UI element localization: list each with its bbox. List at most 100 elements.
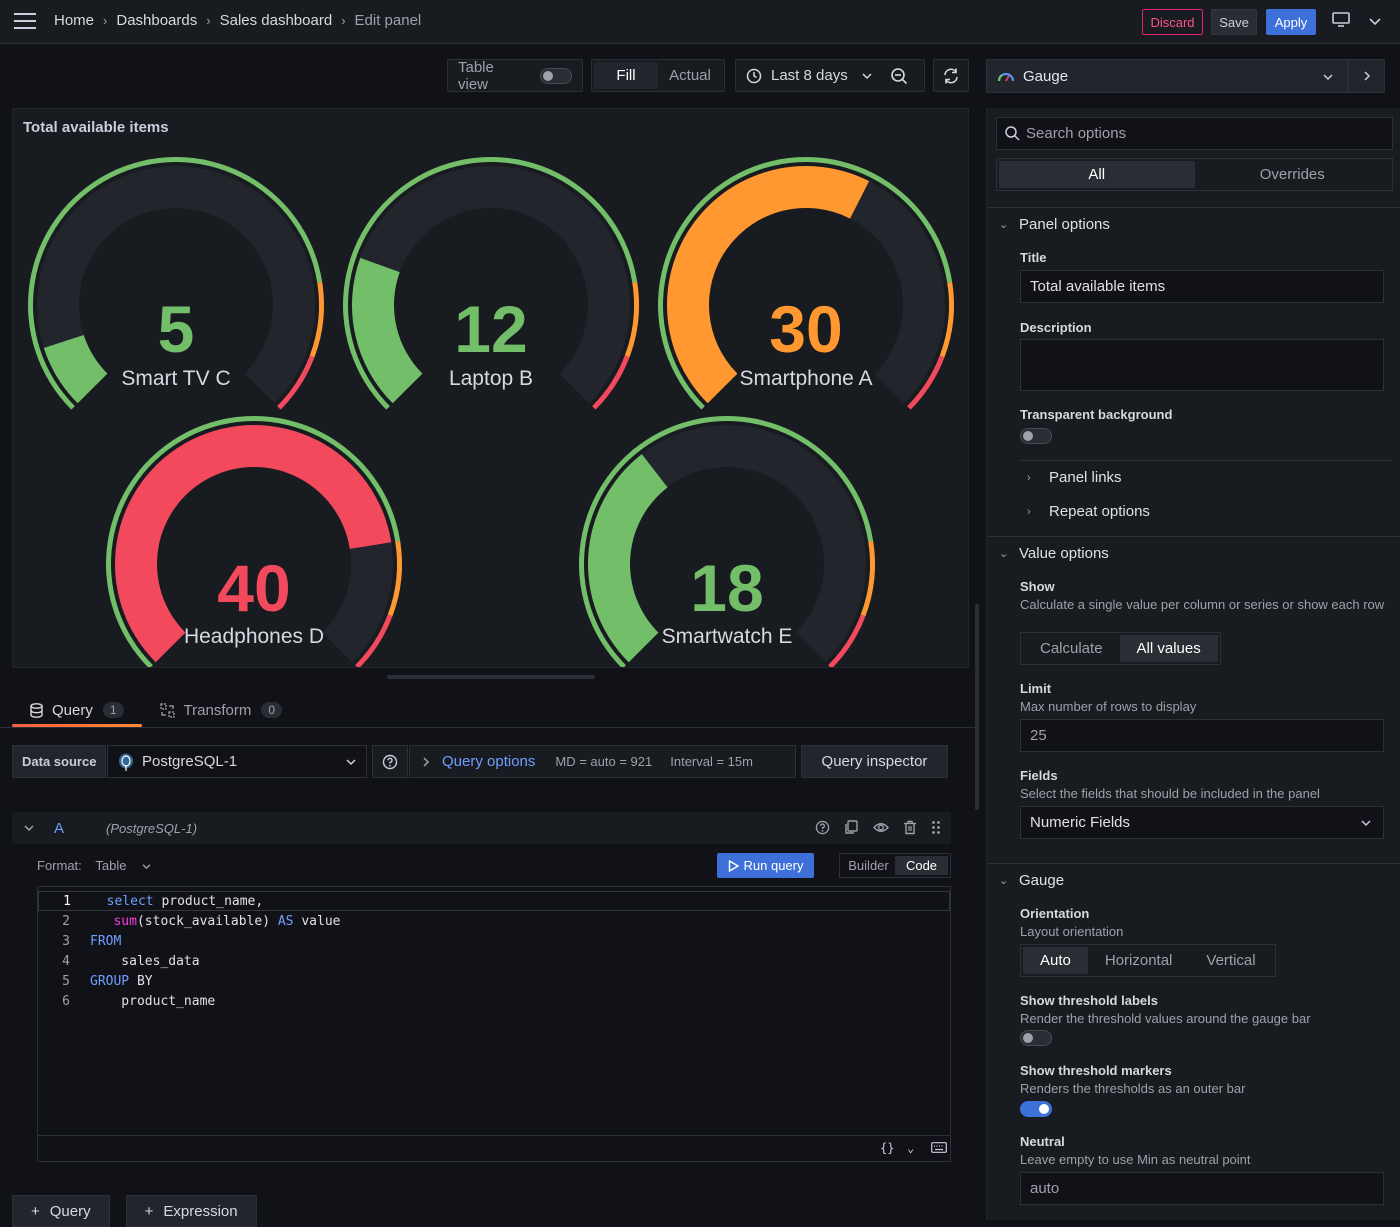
- plus-icon: +: [31, 1202, 40, 1220]
- refresh-button[interactable]: [933, 59, 969, 92]
- datasource-select[interactable]: PostgreSQL-1: [107, 745, 367, 778]
- tab-all[interactable]: All: [999, 161, 1195, 188]
- table-view-switch[interactable]: [540, 67, 572, 84]
- query-actions: [815, 820, 941, 835]
- refresh-icon: [942, 67, 960, 85]
- save-button[interactable]: Save: [1211, 9, 1257, 35]
- actual-option[interactable]: Actual: [658, 62, 722, 89]
- calculate-option[interactable]: Calculate: [1023, 635, 1120, 662]
- code-option[interactable]: Code: [895, 856, 948, 875]
- section-value-options-label: Value options: [1019, 545, 1109, 562]
- chevron-down-icon[interactable]: ⌄: [907, 1141, 914, 1155]
- chevron-right-icon: ›: [1027, 505, 1031, 518]
- code-line-text: select product_name,: [106, 893, 264, 909]
- time-range-picker[interactable]: Last 8 days: [735, 59, 925, 92]
- limit-description: Max number of rows to display: [1020, 699, 1197, 714]
- visualization-picker[interactable]: Gauge: [986, 59, 1348, 93]
- orientation-description: Layout orientation: [1020, 924, 1124, 939]
- transparent-background-toggle[interactable]: [1020, 428, 1052, 444]
- visualization-value: Gauge: [1023, 67, 1069, 85]
- panel-links-section[interactable]: › Panel links: [1027, 469, 1122, 486]
- threshold-markers-description: Renders the thresholds as an outer bar: [1020, 1081, 1246, 1096]
- threshold-labels-toggle[interactable]: [1020, 1030, 1052, 1046]
- collapse-options-button[interactable]: [1348, 59, 1385, 93]
- datasource-row: Data source PostgreSQL-1 Query options M…: [12, 745, 948, 778]
- run-query-label: Run query: [743, 858, 804, 873]
- datasource-help-button[interactable]: [372, 745, 408, 778]
- orientation-auto-option[interactable]: Auto: [1023, 947, 1088, 974]
- code-line-text: FROM: [90, 933, 122, 949]
- breadcrumb-dashboards[interactable]: Dashboards: [116, 12, 197, 29]
- tab-transform[interactable]: Transform 0: [142, 694, 300, 726]
- chevron-down-icon: [142, 858, 151, 873]
- fields-select[interactable]: Numeric Fields: [1020, 806, 1384, 839]
- divider: [1020, 460, 1392, 461]
- query-letter[interactable]: A: [54, 820, 64, 837]
- menu-icon[interactable]: [14, 13, 36, 31]
- help-icon[interactable]: [815, 820, 830, 835]
- repeat-options-section[interactable]: › Repeat options: [1027, 503, 1150, 520]
- panel-resize-handle[interactable]: [387, 675, 595, 679]
- section-gauge[interactable]: ⌄ Gauge: [999, 872, 1064, 889]
- search-options-input[interactable]: Search options: [996, 117, 1393, 150]
- code-line: 5 GROUP BY: [62, 973, 153, 989]
- vertical-splitter[interactable]: [975, 604, 979, 810]
- title-input[interactable]: Total available items: [1020, 270, 1384, 303]
- top-bar: Home › Dashboards › Sales dashboard › Ed…: [0, 0, 1400, 44]
- code-line-text: GROUP BY: [90, 973, 153, 989]
- collapse-query-icon[interactable]: [24, 824, 34, 832]
- zoom-out-icon[interactable]: [890, 67, 908, 85]
- eye-icon[interactable]: [873, 820, 889, 835]
- gauge-panel[interactable]: Total available items 5 Smart TV C 12 La…: [12, 108, 969, 668]
- keyboard-icon[interactable]: [931, 1142, 947, 1156]
- table-view-toggle[interactable]: Table view: [447, 59, 583, 93]
- builder-option[interactable]: Builder: [842, 856, 895, 875]
- neutral-input[interactable]: auto: [1020, 1172, 1384, 1205]
- section-value-options[interactable]: ⌄ Value options: [999, 545, 1109, 562]
- chevron-down-icon: ⌄: [999, 875, 1009, 887]
- section-gauge-label: Gauge: [1019, 872, 1065, 889]
- fields-description: Select the fields that should be include…: [1020, 786, 1320, 801]
- section-panel-options[interactable]: ⌄ Panel options: [999, 216, 1110, 233]
- sql-code-editor[interactable]: 1 select product_name, 2 sum(stock_avail…: [37, 886, 951, 1162]
- query-options-bar[interactable]: Query options MD = auto = 921 Interval =…: [409, 745, 796, 778]
- threshold-markers-toggle[interactable]: [1020, 1101, 1052, 1117]
- limit-input[interactable]: 25: [1020, 719, 1384, 752]
- discard-button[interactable]: Discard: [1142, 9, 1203, 35]
- search-placeholder: Search options: [1026, 125, 1127, 142]
- apply-button[interactable]: Apply: [1266, 9, 1316, 35]
- copy-icon[interactable]: [844, 820, 859, 835]
- query-options-link[interactable]: Query options: [442, 753, 535, 770]
- gauge-value-headphones-d: 40: [217, 551, 291, 625]
- tab-query[interactable]: Query 1: [12, 694, 142, 727]
- all-values-option[interactable]: All values: [1119, 635, 1218, 662]
- code-line-text: sum(stock_available) AS value: [113, 913, 341, 929]
- chevron-down-icon[interactable]: [1369, 14, 1381, 32]
- description-textarea[interactable]: [1020, 339, 1384, 391]
- query-row-header[interactable]: A (PostgreSQL-1): [12, 812, 951, 844]
- query-inspector-button[interactable]: Query inspector: [801, 745, 948, 778]
- trash-icon[interactable]: [903, 820, 917, 835]
- add-query-button[interactable]: + Query: [12, 1195, 110, 1227]
- format-select[interactable]: Format: Table: [37, 858, 151, 873]
- orientation-horizontal-option[interactable]: Horizontal: [1088, 947, 1190, 974]
- max-data-points: MD = auto = 921: [555, 754, 653, 769]
- breadcrumb-edit-panel: Edit panel: [354, 12, 422, 29]
- monitor-icon[interactable]: [1332, 12, 1350, 33]
- add-expression-button[interactable]: + Expression: [125, 1195, 257, 1227]
- fill-option[interactable]: Fill: [594, 62, 658, 89]
- tab-overrides[interactable]: Overrides: [1195, 161, 1391, 188]
- drag-handle-icon[interactable]: [931, 820, 941, 835]
- time-range-value: Last 8 days: [771, 67, 848, 84]
- threshold-labels-description: Render the threshold values around the g…: [1020, 1011, 1311, 1026]
- run-query-button[interactable]: Run query: [717, 853, 814, 878]
- gauge-label-smartwatch-e: Smartwatch E: [661, 625, 793, 648]
- format-label: Format:: [37, 858, 82, 873]
- format-code-icon[interactable]: {}: [880, 1141, 894, 1155]
- chevron-right-icon: [422, 756, 430, 767]
- orientation-vertical-option[interactable]: Vertical: [1189, 947, 1272, 974]
- breadcrumb-sales-dashboard[interactable]: Sales dashboard: [220, 12, 333, 29]
- transform-count-badge: 0: [261, 702, 283, 718]
- query-count-badge: 1: [102, 702, 124, 718]
- breadcrumb-home[interactable]: Home: [54, 12, 94, 29]
